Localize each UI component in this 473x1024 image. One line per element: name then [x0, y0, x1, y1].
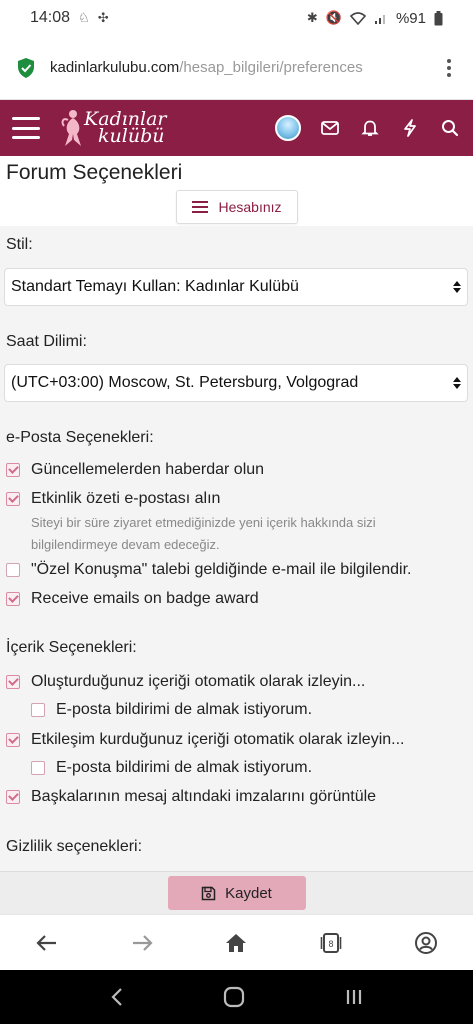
bolt-icon[interactable] — [399, 117, 421, 139]
option-label: Oluşturduğunuz içeriği otomatik olarak i… — [31, 673, 366, 690]
checkbox[interactable] — [6, 563, 20, 577]
system-back-icon[interactable] — [110, 987, 124, 1007]
wifi-icon — [349, 11, 366, 25]
home-icon — [226, 933, 247, 952]
address-bar[interactable]: kadinlarkulubu.com/hesap_bilgileri/prefe… — [0, 36, 473, 100]
mail-icon[interactable] — [319, 117, 341, 139]
preferences-form: Forum Seçenekleri Hesabınız Stil: Standa… — [0, 156, 473, 871]
status-left: 14:08 ♘ ✣ — [30, 9, 109, 27]
battery-icon — [434, 10, 443, 25]
account-menu-button[interactable]: Hesabınız — [176, 190, 298, 224]
page: 14:08 ♘ ✣ ✱ 🔇 %91 kadinlarkulubu.com/hes… — [0, 0, 473, 1024]
browser-toolbar: 8 — [0, 914, 473, 970]
url-domain: kadinlarkulubu.com — [50, 59, 180, 76]
home-button[interactable] — [212, 919, 260, 967]
system-navigation-bar — [0, 970, 473, 1024]
shield-icon — [18, 57, 34, 78]
content-option-email-interacted[interactable]: E-posta bildirimi de almak istiyorum. — [31, 759, 312, 777]
style-select-value: Standart Temayı Kullan: Kadınlar Kulübü — [11, 278, 299, 295]
logo-text: Kadınlar kulübü — [84, 110, 167, 147]
url-text[interactable]: kadinlarkulubu.com/hesap_bilgileri/prefe… — [50, 59, 441, 76]
checkbox[interactable] — [6, 733, 20, 747]
forward-icon — [132, 934, 153, 951]
option-label: Etkinlik özeti e-postası alın — [31, 490, 221, 507]
checkbox[interactable] — [6, 492, 20, 506]
checkbox[interactable] — [31, 761, 45, 775]
style-label: Stil: — [6, 236, 33, 253]
avatar[interactable] — [275, 115, 301, 141]
save-button[interactable]: Kaydet — [167, 876, 306, 910]
back-button[interactable] — [23, 919, 71, 967]
checkbox[interactable] — [6, 675, 20, 689]
search-icon[interactable] — [439, 117, 461, 139]
url-path: /hesap_bilgileri/preferences — [179, 59, 363, 76]
option-label: "Özel Konuşma" talebi geldiğinde e-mail … — [31, 561, 412, 578]
content-option-watch-interacted[interactable]: Etkileşim kurduğunuz içeriği otomatik ol… — [6, 731, 404, 749]
privacy-section-heading: Gizlilik seçenekleri: — [6, 838, 143, 855]
timezone-label: Saat Dilimi: — [6, 333, 87, 350]
option-label: E-posta bildirimi de almak istiyorum. — [56, 759, 313, 776]
tabs-icon: 8 — [320, 932, 342, 953]
content-option-signatures[interactable]: Başkalarının mesaj altındaki imzalarını … — [6, 788, 376, 806]
system-home-icon[interactable] — [223, 986, 245, 1008]
email-option-badge[interactable]: Receive emails on badge award — [6, 590, 259, 608]
status-right: ✱ 🔇 %91 — [307, 10, 443, 27]
account-button-label: Hesabınız — [218, 199, 282, 215]
notification-icon: ♘ — [78, 10, 90, 25]
timezone-select[interactable]: (UTC+03:00) Moscow, St. Petersburg, Volg… — [4, 364, 468, 402]
content-option-watch-created[interactable]: Oluşturduğunuz içeriği otomatik olarak i… — [6, 673, 365, 691]
bell-icon[interactable] — [359, 117, 381, 139]
select-arrows-icon — [453, 281, 461, 293]
mute-icon: 🔇 — [325, 10, 342, 25]
back-icon — [36, 934, 57, 951]
content-section-heading: İçerik Seçenekleri: — [6, 639, 137, 656]
select-arrows-icon — [453, 377, 461, 389]
page-title: Forum Seçenekleri — [6, 161, 183, 184]
checkbox[interactable] — [31, 703, 45, 717]
signal-icon — [374, 14, 385, 24]
title-band: Forum Seçenekleri Hesabınız — [0, 156, 473, 226]
site-header: Kadınlar kulübü — [0, 100, 473, 156]
digest-hint: Siteyi bir süre ziyaret etmediğinizde ye… — [31, 515, 376, 552]
option-label: Receive emails on badge award — [31, 590, 259, 607]
tabs-button[interactable]: 8 — [307, 919, 355, 967]
svg-text:8: 8 — [329, 939, 334, 949]
timezone-select-value: (UTC+03:00) Moscow, St. Petersburg, Volg… — [11, 374, 359, 391]
status-time: 14:08 — [30, 9, 71, 26]
menu-icon[interactable] — [12, 117, 40, 139]
header-icons — [275, 115, 461, 141]
checkbox[interactable] — [6, 463, 20, 477]
browser-menu-icon[interactable] — [441, 58, 457, 77]
option-label: Güncellemelerden haberdar olun — [31, 461, 265, 478]
logo-figure-icon — [61, 110, 81, 146]
save-icon — [201, 886, 216, 900]
email-option-digest[interactable]: Etkinlik özeti e-postası alın — [6, 490, 220, 508]
option-label: Etkileşim kurduğunuz içeriği otomatik ol… — [31, 731, 405, 748]
option-label: E-posta bildirimi de almak istiyorum. — [56, 701, 313, 718]
menu-icon — [192, 201, 209, 213]
email-option-updates[interactable]: Güncellemelerden haberdar olun — [6, 461, 264, 479]
profile-button[interactable] — [402, 919, 450, 967]
bluetooth-icon: ✱ — [306, 10, 318, 25]
checkbox[interactable] — [6, 790, 20, 804]
save-bar: Kaydet — [0, 871, 473, 914]
content-option-email-created[interactable]: E-posta bildirimi de almak istiyorum. — [31, 701, 312, 719]
profile-icon — [414, 931, 437, 954]
option-label: Başkalarının mesaj altındaki imzalarını … — [31, 788, 377, 805]
checkbox[interactable] — [6, 592, 20, 606]
style-select[interactable]: Standart Temayı Kullan: Kadınlar Kulübü — [4, 268, 468, 306]
pinwheel-icon: ✣ — [97, 10, 109, 25]
save-button-label: Kaydet — [225, 884, 272, 902]
email-option-conversation[interactable]: "Özel Konuşma" talebi geldiğinde e-mail … — [6, 561, 411, 579]
battery-text: %91 — [395, 9, 426, 27]
logo-line-2: kulübü — [98, 125, 165, 147]
status-bar: 14:08 ♘ ✣ ✱ 🔇 %91 — [0, 0, 473, 36]
forward-button[interactable] — [118, 919, 166, 967]
email-section-heading: e-Posta Seçenekleri: — [6, 429, 154, 446]
system-recents-icon[interactable] — [344, 987, 364, 1007]
site-logo[interactable]: Kadınlar kulübü — [60, 108, 275, 148]
